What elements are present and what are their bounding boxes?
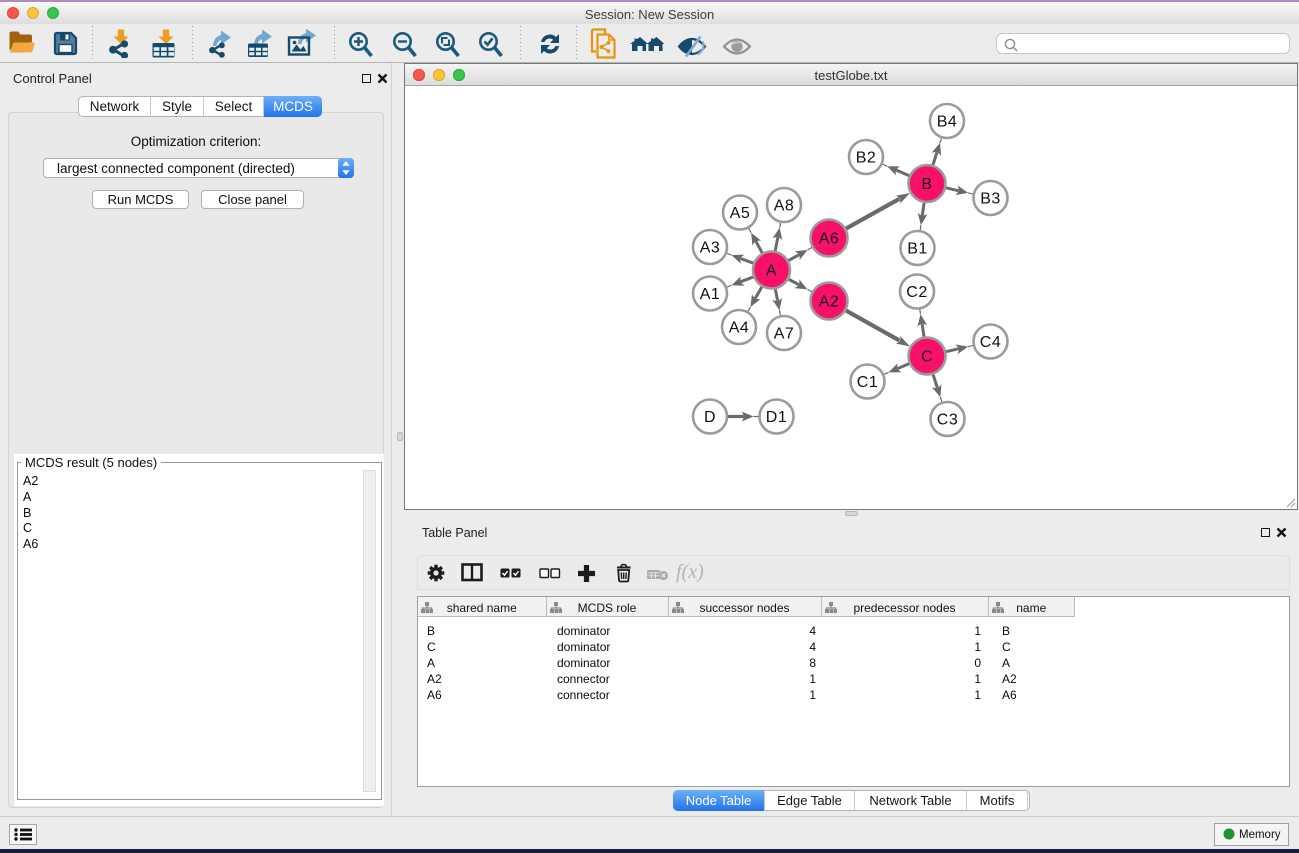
svg-text:B: B [921, 176, 932, 193]
svg-text:C1: C1 [857, 374, 878, 391]
svg-text:B3: B3 [980, 190, 1001, 207]
svg-text:D1: D1 [766, 409, 787, 426]
svg-text:D: D [704, 409, 716, 426]
svg-text:C2: C2 [906, 284, 927, 301]
svg-text:A3: A3 [700, 239, 721, 256]
svg-text:A4: A4 [729, 319, 750, 336]
svg-text:B1: B1 [907, 240, 928, 257]
svg-text:C3: C3 [937, 411, 958, 428]
svg-text:A1: A1 [700, 286, 721, 303]
svg-text:B2: B2 [856, 149, 877, 166]
svg-text:A8: A8 [774, 197, 795, 214]
svg-text:A2: A2 [819, 293, 840, 310]
svg-text:A6: A6 [819, 230, 840, 247]
svg-text:A: A [766, 262, 777, 279]
svg-text:A5: A5 [730, 205, 751, 222]
svg-text:B4: B4 [937, 113, 958, 130]
svg-text:C4: C4 [980, 334, 1001, 351]
svg-text:C: C [921, 348, 933, 365]
svg-text:A7: A7 [774, 325, 795, 342]
